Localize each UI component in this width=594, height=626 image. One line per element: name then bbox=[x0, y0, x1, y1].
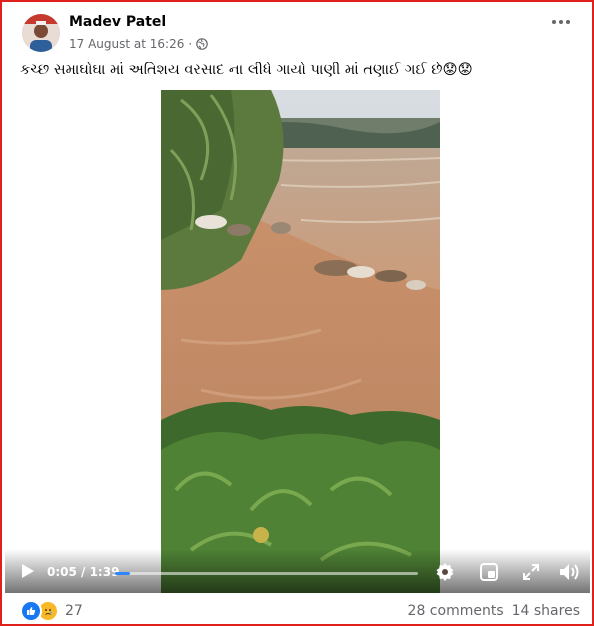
settings-icon[interactable] bbox=[435, 562, 455, 582]
video-frame[interactable] bbox=[161, 90, 440, 593]
post-caption: કચ્છ સમાઘોઘા માં અતિશય વરસાદ ના લીધે ગાય… bbox=[20, 62, 473, 78]
video-controls: 0:05 / 1:39 bbox=[5, 549, 590, 593]
fullscreen-icon[interactable] bbox=[522, 563, 540, 581]
reactions-summary[interactable]: 27 bbox=[20, 600, 83, 622]
video-progress-bar[interactable] bbox=[115, 572, 418, 575]
shares-count[interactable]: 14 shares bbox=[512, 603, 580, 619]
post-footer: 27 28 comments 14 shares bbox=[2, 596, 592, 624]
comments-count[interactable]: 28 comments bbox=[408, 603, 504, 619]
post-card: Madev Patel 17 August at 16:26 · કચ્છ સમ… bbox=[0, 0, 594, 626]
video-player[interactable]: 0:05 / 1:39 bbox=[5, 90, 590, 593]
video-progress-fill bbox=[115, 572, 131, 575]
video-thumbnail bbox=[161, 90, 440, 593]
engagement-stats: 28 comments 14 shares bbox=[408, 603, 580, 619]
avatar[interactable] bbox=[22, 14, 60, 52]
play-icon[interactable] bbox=[21, 563, 35, 579]
post-meta: 17 August at 16:26 · bbox=[69, 37, 208, 51]
globe-icon[interactable] bbox=[196, 38, 208, 50]
meta-separator: · bbox=[188, 37, 193, 51]
avatar-image bbox=[22, 14, 60, 52]
post-timestamp[interactable]: 17 August at 16:26 bbox=[69, 37, 184, 51]
reaction-count: 27 bbox=[65, 603, 83, 619]
picture-in-picture-icon[interactable] bbox=[480, 563, 498, 581]
author-name[interactable]: Madev Patel bbox=[69, 14, 166, 30]
video-time: 0:05 / 1:39 bbox=[47, 565, 120, 579]
volume-icon[interactable] bbox=[559, 562, 581, 582]
more-options-icon[interactable] bbox=[552, 20, 570, 24]
like-icon bbox=[20, 600, 42, 622]
